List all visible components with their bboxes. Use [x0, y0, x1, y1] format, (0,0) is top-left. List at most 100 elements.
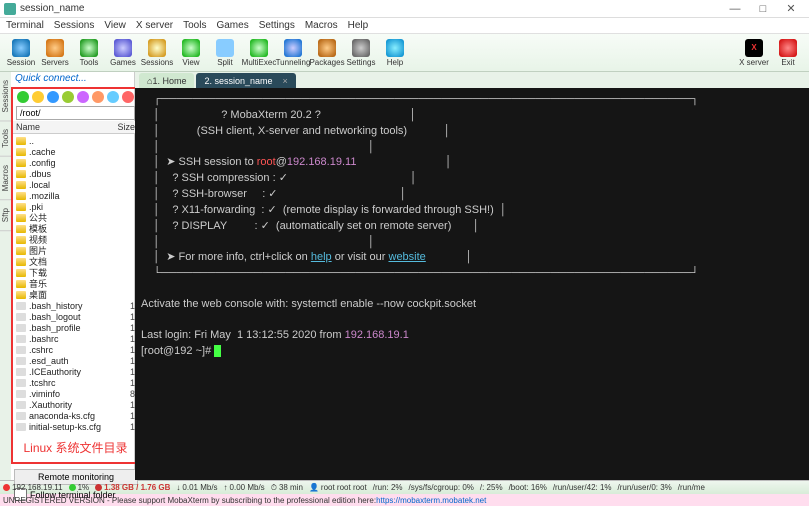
menu-help[interactable]: Help: [348, 20, 369, 31]
toolbar-servers[interactable]: Servers: [38, 35, 72, 71]
terminal[interactable]: ┌───────────────────────────────────────…: [135, 88, 809, 480]
last-login: Last login: Fri May 1 13:12:55 2020 from: [141, 329, 345, 341]
toolbar-tools[interactable]: Tools: [72, 35, 106, 71]
file-row[interactable]: .cshrc1: [13, 344, 138, 355]
toolbar-split[interactable]: Split: [208, 35, 242, 71]
menu-xserver[interactable]: X server: [136, 20, 173, 31]
file-size: 1: [119, 301, 135, 311]
footer: UNREGISTERED VERSION - Please support Mo…: [0, 494, 809, 506]
file-row[interactable]: ..: [13, 135, 138, 146]
file-name: .config: [29, 158, 119, 168]
file-size: 1: [119, 334, 135, 344]
toolbar-help[interactable]: Help: [378, 35, 412, 71]
download-icon[interactable]: [77, 91, 89, 103]
folder-icon: [16, 291, 26, 299]
footer-link[interactable]: https://mobaxterm.mobatek.net: [376, 496, 486, 505]
find-icon[interactable]: [62, 91, 74, 103]
quick-connect[interactable]: Quick connect...: [11, 72, 141, 85]
file-row[interactable]: .bash_history1: [13, 300, 138, 311]
website-link[interactable]: website: [389, 251, 426, 263]
toolbar-exit[interactable]: Exit: [771, 35, 805, 71]
file-row[interactable]: .dbus: [13, 168, 138, 179]
folder-icon: [16, 159, 26, 167]
file-row[interactable]: .bashrc1: [13, 333, 138, 344]
sidetab-sftp[interactable]: Sftp: [0, 200, 11, 231]
delete-icon[interactable]: [122, 91, 134, 103]
menu-settings[interactable]: Settings: [259, 20, 295, 31]
sessions-icon: [148, 39, 166, 57]
tab-home[interactable]: 1. Home: [139, 73, 194, 88]
file-row[interactable]: .Xauthority1: [13, 399, 138, 410]
menu-tools[interactable]: Tools: [183, 20, 206, 31]
file-row[interactable]: .mozilla: [13, 190, 138, 201]
refresh-icon[interactable]: [17, 91, 29, 103]
menu-terminal[interactable]: Terminal: [6, 20, 44, 31]
banner-subtitle: (SSH client, X-server and networking too…: [197, 125, 407, 137]
toolbar-multi[interactable]: MultiExec: [242, 35, 276, 71]
file-row[interactable]: .local: [13, 179, 138, 190]
file-row[interactable]: initial-setup-ks.cfg1: [13, 421, 138, 432]
up-icon[interactable]: [32, 91, 44, 103]
file-name: .pki: [29, 202, 119, 212]
toolbar-xserver[interactable]: XX server: [737, 35, 771, 71]
upload-icon[interactable]: [92, 91, 104, 103]
toolbar-pkg[interactable]: Packages: [310, 35, 344, 71]
menu-games[interactable]: Games: [216, 20, 248, 31]
status-bar: 192.168.19.11 1% 1.38 GB / 1.76 GB ↓0.01…: [0, 480, 809, 494]
toolbar-session[interactable]: Session: [4, 35, 38, 71]
tab-session[interactable]: 2. session_name×: [196, 73, 295, 88]
sidetab-macros[interactable]: Macros: [0, 157, 11, 200]
path-input[interactable]: /root/: [16, 106, 135, 120]
window-title: session_name: [20, 3, 721, 14]
folder-icon: [16, 192, 26, 200]
help-link[interactable]: help: [311, 251, 332, 263]
col-name[interactable]: Name: [16, 122, 113, 132]
toolbar-games[interactable]: Games: [106, 35, 140, 71]
toolbar-settings[interactable]: Settings: [344, 35, 378, 71]
file-icon: [16, 390, 26, 398]
status-disk-e: /run/user/42: 1%: [553, 483, 612, 492]
multi-icon: [250, 39, 268, 57]
maximize-button[interactable]: □: [749, 3, 777, 15]
file-row[interactable]: .tcshrc1: [13, 377, 138, 388]
servers-icon: [46, 39, 64, 57]
file-row[interactable]: .cache: [13, 146, 138, 157]
file-row[interactable]: .bash_logout1: [13, 311, 138, 322]
file-icon: [16, 324, 26, 332]
xserver-icon: X: [745, 39, 763, 57]
file-icon: [16, 357, 26, 365]
menubar: Terminal Sessions View X server Tools Games Se…: [0, 18, 809, 34]
menu-view[interactable]: View: [104, 20, 126, 31]
file-row[interactable]: .esd_auth1: [13, 355, 138, 366]
newfolder-icon[interactable]: [107, 91, 119, 103]
file-name: .cache: [29, 147, 119, 157]
file-name: .viminfo: [29, 389, 119, 399]
file-row[interactable]: .bash_profile1: [13, 322, 138, 333]
file-row[interactable]: .viminfo8: [13, 388, 138, 399]
sftp-file-browser: /root/ Name Size ...cache.config.dbus.lo…: [11, 87, 140, 464]
tab-close-icon[interactable]: ×: [283, 76, 288, 86]
home-icon[interactable]: [47, 91, 59, 103]
menu-macros[interactable]: Macros: [305, 20, 338, 31]
file-row[interactable]: .config: [13, 157, 138, 168]
file-name: .bash_history: [29, 301, 119, 311]
minimize-button[interactable]: —: [721, 3, 749, 15]
file-size: 1: [119, 323, 135, 333]
file-row[interactable]: 桌面: [13, 289, 138, 300]
toolbar-sessions[interactable]: Sessions: [140, 35, 174, 71]
col-size[interactable]: Size: [113, 122, 135, 132]
file-row[interactable]: anaconda-ks.cfg1: [13, 410, 138, 421]
toolbar-view[interactable]: View: [174, 35, 208, 71]
file-icon: [16, 335, 26, 343]
file-size: 1: [119, 411, 135, 421]
file-icon: [16, 313, 26, 321]
file-row[interactable]: .ICEauthority1: [13, 366, 138, 377]
close-button[interactable]: ✕: [777, 2, 805, 15]
folder-icon: [16, 280, 26, 288]
file-name: .ICEauthority: [29, 367, 119, 377]
sidetab-tools[interactable]: Tools: [0, 121, 11, 157]
sidetab-sessions[interactable]: Sessions: [0, 72, 11, 121]
tab-bar: 1. Home 2. session_name×: [135, 72, 809, 88]
toolbar-tunnel[interactable]: Tunneling: [276, 35, 310, 71]
menu-sessions[interactable]: Sessions: [54, 20, 95, 31]
